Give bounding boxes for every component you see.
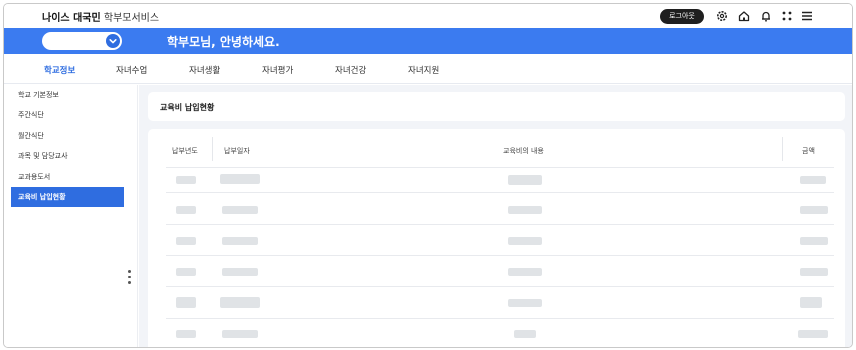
redacted-year: [176, 268, 196, 276]
sidebar-item-subjects-teachers[interactable]: 과목 및 담당교사: [11, 146, 124, 166]
section-title-card: 교육비 납입현황: [148, 92, 845, 121]
redacted-amount: [800, 268, 828, 276]
redacted-content: [508, 299, 542, 307]
table-header-divider: [166, 167, 834, 168]
redacted-amount: [800, 237, 828, 245]
redacted-amount: [798, 330, 828, 338]
payment-table: 납부년도 납부일자 교육비의 내용 금액: [148, 129, 845, 347]
redacted-amount: [800, 206, 828, 214]
home-icon[interactable]: [737, 9, 751, 23]
sidebar-item-tuition-payment[interactable]: 교육비 납입현황: [11, 187, 124, 207]
redacted-amount: [800, 176, 826, 184]
redacted-year: [176, 297, 196, 308]
sidebar-resize-handle[interactable]: [127, 270, 133, 287]
page-title: 교육비 납입현황: [160, 103, 215, 112]
redacted-content: [508, 268, 542, 276]
redacted-date: [222, 268, 258, 276]
header-band: 학부모님, 안녕하세요.: [4, 28, 852, 54]
row-divider: [166, 224, 834, 225]
brand-logo[interactable]: 나이스 대국민 학부모서비스: [42, 9, 159, 24]
column-header-date: 납부일자: [224, 147, 250, 155]
tab-child-life[interactable]: 자녀생활: [189, 64, 220, 76]
column-header-amount: 금액: [802, 147, 815, 155]
apps-icon[interactable]: [780, 9, 794, 23]
top-bar: 나이스 대국민 학부모서비스 로그아웃: [4, 4, 852, 28]
sidebar-item-textbooks[interactable]: 교과용도서: [11, 167, 124, 187]
tab-child-support[interactable]: 자녀지원: [408, 64, 439, 76]
brand-bold-text: 나이스 대국민: [42, 13, 101, 24]
gear-icon[interactable]: [715, 9, 729, 23]
redacted-date: [220, 174, 260, 184]
tab-child-class[interactable]: 자녀수업: [116, 64, 147, 76]
redacted-amount: [800, 297, 822, 308]
tab-child-evaluation[interactable]: 자녀평가: [262, 64, 293, 76]
redacted-year: [176, 206, 196, 214]
app-window: 나이스 대국민 학부모서비스 로그아웃 학부모님, 안녕하세요. 학교정보 자녀…: [3, 3, 853, 348]
redacted-year: [176, 237, 196, 245]
redacted-date: [222, 206, 258, 214]
menu-icon[interactable]: [800, 9, 814, 23]
redacted-content: [514, 330, 536, 338]
redacted-date: [220, 297, 260, 308]
sidebar: 학교 기본정보 주간식단 월간식단 과목 및 담당교사 교과용도서 교육비 납입…: [4, 85, 138, 347]
tab-child-health[interactable]: 자녀건강: [335, 64, 366, 76]
row-divider: [166, 318, 834, 319]
redacted-content: [508, 206, 542, 214]
column-header-year: 납부년도: [172, 147, 198, 155]
column-header-content: 교육비의 내용: [503, 147, 544, 155]
row-divider: [166, 192, 834, 193]
redacted-content: [508, 175, 542, 185]
brand-service-text: 학부모서비스: [103, 13, 160, 24]
redacted-year: [176, 330, 196, 338]
row-divider: [166, 286, 834, 287]
child-selector-dropdown[interactable]: [42, 32, 122, 50]
redacted-date: [222, 237, 258, 245]
column-divider: [782, 137, 783, 161]
main-content: 교육비 납입현황 납부년도 납부일자 교육비의 내용 금액: [139, 85, 852, 347]
logout-button[interactable]: 로그아웃: [660, 9, 704, 24]
redacted-date: [222, 330, 258, 338]
redacted-year: [176, 176, 196, 184]
bell-icon[interactable]: [759, 9, 773, 23]
greeting-text: 학부모님, 안녕하세요.: [167, 35, 280, 49]
sidebar-item-school-basic[interactable]: 학교 기본정보: [11, 85, 124, 105]
redacted-content: [508, 237, 542, 245]
chevron-down-icon[interactable]: [106, 34, 120, 48]
sidebar-item-weekly-menu[interactable]: 주간식단: [11, 105, 124, 125]
tab-school-info[interactable]: 학교정보: [44, 64, 75, 76]
row-divider: [166, 255, 834, 256]
sidebar-item-monthly-menu[interactable]: 월간식단: [11, 126, 124, 146]
main-nav: 학교정보 자녀수업 자녀생활 자녀평가 자녀건강 자녀지원: [4, 54, 852, 84]
column-divider: [212, 137, 213, 161]
